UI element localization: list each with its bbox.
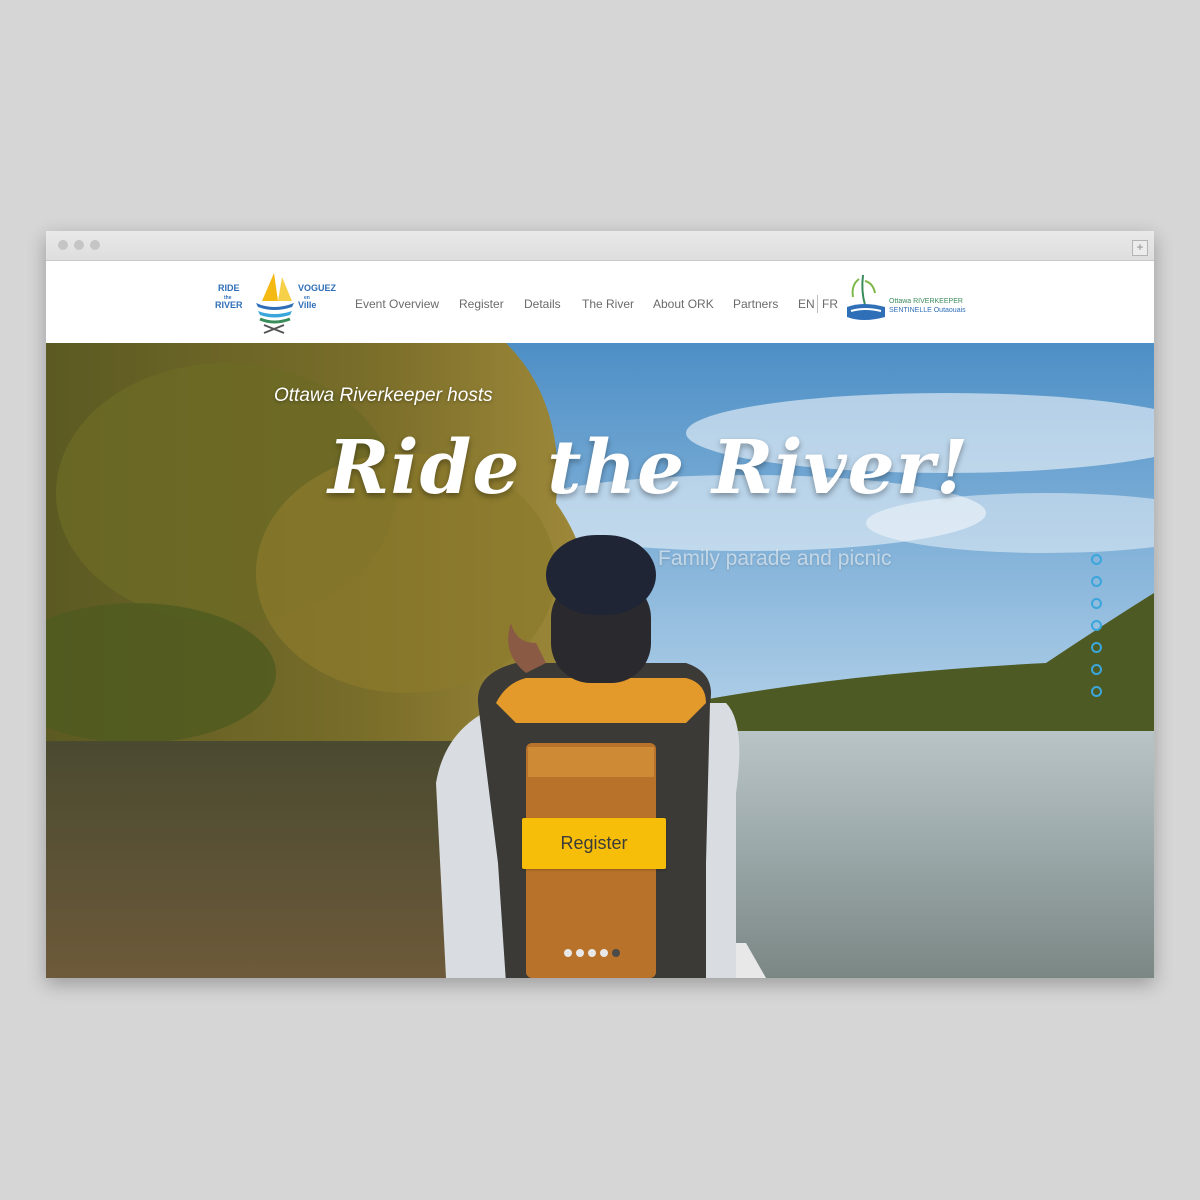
section-nav-dot[interactable] bbox=[1091, 642, 1102, 653]
lang-en-link[interactable]: EN bbox=[798, 297, 815, 311]
slide-dot-active[interactable] bbox=[612, 949, 620, 957]
section-nav-dot[interactable] bbox=[1091, 686, 1102, 697]
window-close-dot[interactable] bbox=[58, 240, 68, 250]
browser-chrome: + bbox=[46, 231, 1154, 261]
section-nav-dot[interactable] bbox=[1091, 554, 1102, 565]
nav-register[interactable]: Register bbox=[459, 297, 504, 311]
logo-ville-word: Ville bbox=[298, 300, 317, 310]
section-nav-dot[interactable] bbox=[1091, 620, 1102, 631]
lang-divider bbox=[817, 295, 818, 313]
sentinelle-name: SENTINELLE Outaouais bbox=[889, 307, 966, 314]
ottawa-riverkeeper-logo[interactable]: Ottawa RIVERKEEPER SENTINELLE Outaouais bbox=[843, 271, 983, 329]
logo-ride-word: RIDE bbox=[218, 283, 240, 293]
nav-about-ork[interactable]: About ORK bbox=[653, 297, 714, 311]
ride-the-river-logo[interactable]: RIDE the RIVER VOGUEZ en Ville bbox=[212, 267, 342, 335]
riverkeeper-name: Ottawa RIVERKEEPER bbox=[889, 298, 963, 305]
window-zoom-dot[interactable] bbox=[90, 240, 100, 250]
section-nav-dot[interactable] bbox=[1091, 598, 1102, 609]
nav-the-river[interactable]: The River bbox=[582, 297, 634, 311]
slide-dot[interactable] bbox=[588, 949, 596, 957]
nav-partners[interactable]: Partners bbox=[733, 297, 778, 311]
nav-details[interactable]: Details bbox=[524, 297, 561, 311]
slide-dot[interactable] bbox=[600, 949, 608, 957]
nav-event-overview[interactable]: Event Overview bbox=[355, 297, 439, 311]
section-nav-dot[interactable] bbox=[1091, 664, 1102, 675]
new-tab-button[interactable]: + bbox=[1132, 240, 1148, 256]
site-header: RIDE the RIVER VOGUEZ en Ville Event Ove… bbox=[46, 261, 1154, 343]
slide-dot[interactable] bbox=[576, 949, 584, 957]
slide-dot[interactable] bbox=[564, 949, 572, 957]
hero-subtitle: Family parade and picnic bbox=[658, 547, 892, 570]
hero-section: Ottawa Riverkeeper hosts Ride the River!… bbox=[46, 343, 1154, 978]
riverkeeper-emblem bbox=[847, 274, 885, 320]
hero-hosts-text: Ottawa Riverkeeper hosts bbox=[274, 385, 493, 406]
logo-voguez-word: VOGUEZ bbox=[298, 283, 337, 293]
section-nav-dot[interactable] bbox=[1091, 576, 1102, 587]
logo-river-word: RIVER bbox=[215, 300, 243, 310]
browser-window: + RIDE the RIVER VOGUEZ en Ville Event O… bbox=[46, 231, 1154, 978]
window-minimize-dot[interactable] bbox=[74, 240, 84, 250]
register-button[interactable]: Register bbox=[522, 818, 666, 869]
hero-title: Ride the River! bbox=[328, 425, 970, 511]
canoe-sail-emblem bbox=[256, 273, 294, 334]
lang-fr-link[interactable]: FR bbox=[822, 297, 838, 311]
